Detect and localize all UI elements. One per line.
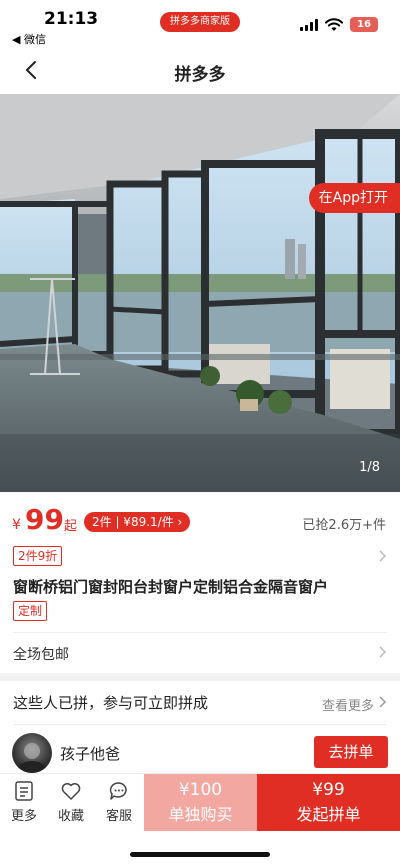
join-group-button[interactable]: 去拼单: [314, 736, 388, 768]
discount-row[interactable]: 2件9折: [0, 544, 400, 568]
favorite-button[interactable]: 收藏: [51, 780, 91, 824]
menu-list-icon: [15, 781, 33, 801]
buy-alone-button[interactable]: ¥100 单独购买: [144, 774, 257, 831]
section-gap: [0, 673, 400, 681]
free-shipping-label: 全场包邮: [13, 647, 69, 663]
product-gallery[interactable]: 在App打开 1/8: [0, 94, 400, 492]
price-value: 99: [25, 503, 64, 536]
heart-icon: [61, 783, 81, 800]
customer-service-button[interactable]: 客服: [99, 780, 139, 824]
group-buy-row: 孩子他爸 去拼单: [0, 730, 400, 774]
price-currency: ¥: [12, 517, 21, 533]
back-to-app-link[interactable]: ◀ 微信: [12, 31, 46, 47]
more-label: 更多: [10, 809, 37, 824]
chevron-right-icon: [379, 646, 387, 658]
avatar: [12, 733, 52, 773]
product-image: [0, 94, 400, 492]
group-label: 发起拼单: [296, 805, 361, 824]
wifi-icon: [325, 17, 343, 31]
status-icons: 16: [300, 17, 378, 32]
group-buy-header: 这些人已拼，参与可立即拼成 查看更多: [0, 681, 400, 721]
signal-icon: [300, 18, 318, 31]
more-button[interactable]: 更多: [4, 780, 44, 824]
sold-count: 已抢2.6万+件: [302, 518, 386, 533]
free-shipping-row[interactable]: 全场包邮: [0, 633, 400, 671]
group-price: ¥99: [312, 780, 345, 800]
group-buy-header-text: 这些人已拼，参与可立即拼成: [13, 694, 209, 712]
start-group-buy-button[interactable]: ¥99 发起拼单: [257, 774, 400, 831]
price-row: ¥ 99 起 2件 | ¥89.1/件 › 已抢2.6万+件: [0, 492, 400, 544]
favorite-label: 收藏: [57, 809, 84, 824]
page-title: 拼多多: [174, 65, 226, 85]
battery-icon: 16: [350, 17, 378, 32]
multi-buy-promo-pill[interactable]: 2件 | ¥89.1/件 ›: [84, 512, 191, 532]
nav-bar: 拼多多: [0, 48, 400, 94]
service-label: 客服: [105, 809, 132, 824]
single-price: ¥100: [178, 780, 223, 800]
image-counter: 1/8: [359, 460, 380, 475]
merchant-version-pill[interactable]: 拼多多商家版: [160, 12, 240, 32]
chevron-right-icon: [379, 550, 387, 562]
bottom-action-bar: 更多 收藏 客服 ¥100 单独购买 ¥99 发起拼单: [0, 773, 400, 831]
chevron-right-icon: [379, 696, 387, 708]
product-title: 窗断桥铝门窗封阳台封窗户定制铝合金隔音窗户: [13, 578, 329, 596]
see-more-link[interactable]: 查看更多: [322, 695, 374, 714]
status-time: 21:13: [44, 9, 99, 29]
status-bar: 21:13 ◀ 微信 拼多多商家版 16: [0, 0, 400, 48]
group-user-name: 孩子他爸: [60, 745, 121, 763]
single-label: 单独购买: [168, 805, 233, 824]
divider: [13, 724, 387, 725]
open-in-app-button[interactable]: 在App打开: [308, 183, 400, 213]
home-indicator[interactable]: [130, 852, 270, 857]
discount-tag: 2件9折: [13, 546, 63, 566]
chat-bubble-icon: [109, 782, 127, 800]
custom-tag: 定制: [13, 601, 48, 621]
price-suffix: 起: [64, 519, 78, 534]
